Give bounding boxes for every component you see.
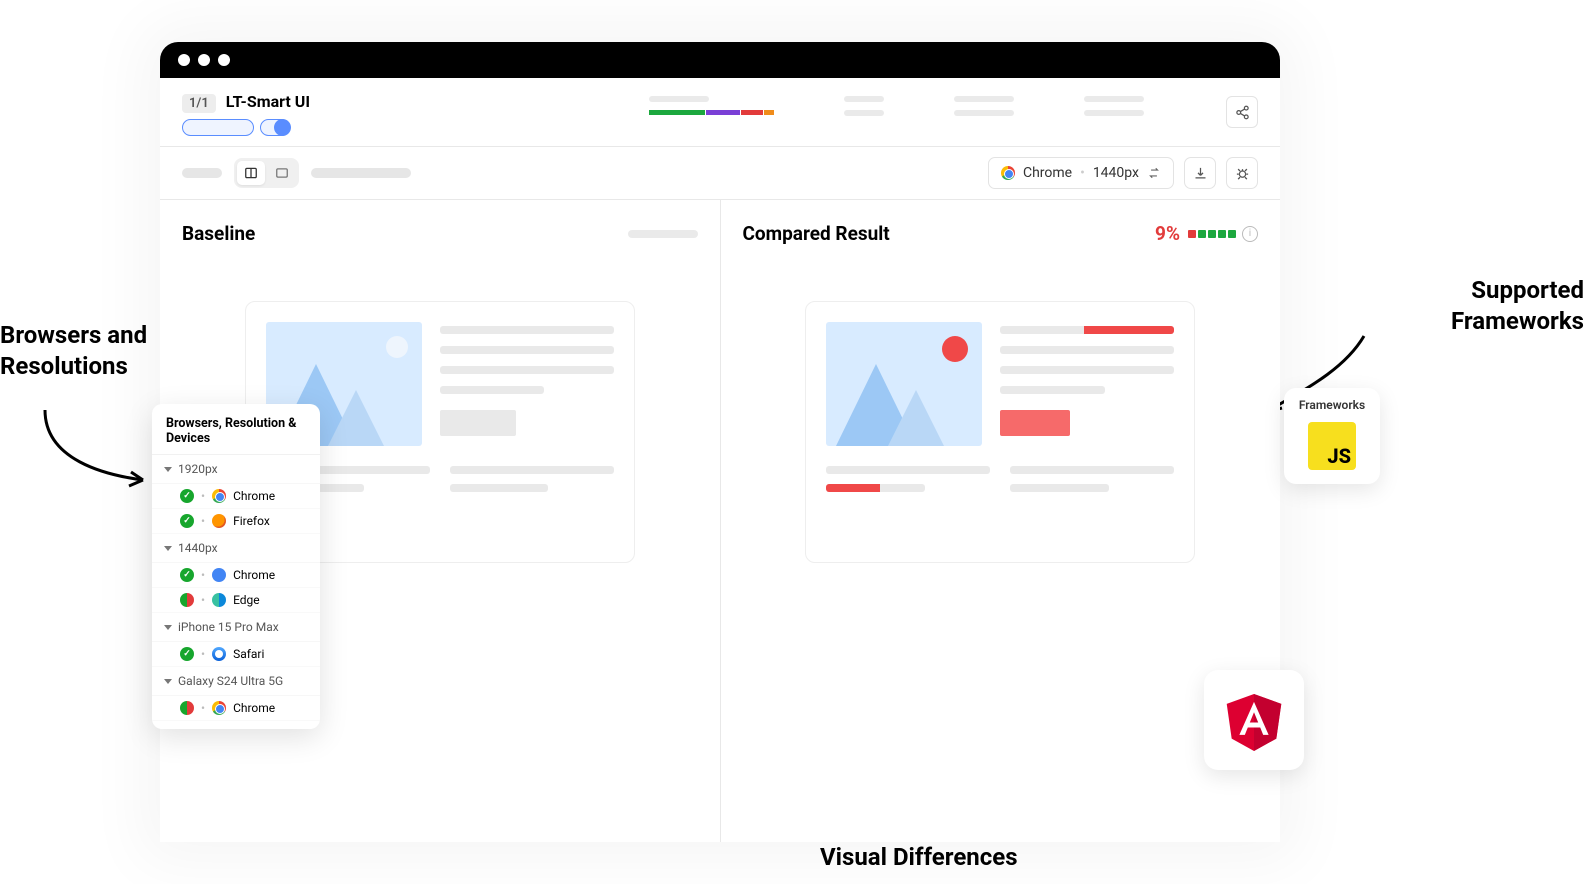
- baseline-title: Baseline: [182, 222, 255, 245]
- tag-pill[interactable]: [182, 119, 254, 136]
- window-control-maximize[interactable]: [218, 54, 230, 66]
- diff-severity-bars: [1188, 230, 1236, 238]
- tag-pills: [182, 119, 310, 136]
- toolbar: Chrome • 1440px: [160, 147, 1280, 200]
- browser-resolution-chip[interactable]: Chrome • 1440px: [988, 157, 1174, 189]
- window-control-minimize[interactable]: [198, 54, 210, 66]
- download-button[interactable]: [1184, 157, 1216, 189]
- window-control-close[interactable]: [178, 54, 190, 66]
- swap-icon: [1147, 166, 1161, 180]
- count-badge: 1/1: [182, 94, 216, 113]
- annotation-browsers-resolutions: Browsers and Resolutions: [0, 320, 147, 382]
- chip-browser-label: Chrome: [1023, 165, 1072, 181]
- tag-pill-toggle[interactable]: [260, 119, 290, 136]
- popover-title: Browsers, Resolution & Devices: [152, 416, 320, 455]
- status-pass-icon: [180, 514, 194, 528]
- header-stats: [649, 92, 1258, 128]
- js-framework-tile[interactable]: JS: [1308, 422, 1356, 470]
- share-button[interactable]: [1226, 96, 1258, 128]
- browser-name: Edge: [233, 593, 260, 607]
- safari-icon: [212, 647, 226, 661]
- chrome-icon: [212, 701, 226, 715]
- popover-group-header[interactable]: iPhone 15 Pro Max: [152, 613, 320, 642]
- status-pass-icon: [180, 489, 194, 503]
- annotation-visual-differences: Visual Differences: [820, 842, 1018, 873]
- toolbar-placeholder: [311, 168, 411, 178]
- project-title: LT-Smart UI: [226, 92, 310, 111]
- angular-icon: [1223, 687, 1285, 753]
- status-pass-icon: [180, 647, 194, 661]
- popover-browser-item[interactable]: •Safari: [152, 642, 320, 667]
- view-mode-toggle[interactable]: [234, 158, 299, 188]
- toolbar-placeholder: [182, 168, 222, 178]
- popover-browser-item[interactable]: •Edge: [152, 588, 320, 613]
- stat-value-placeholder: [1084, 110, 1144, 116]
- bug-button[interactable]: [1226, 157, 1258, 189]
- chevron-down-icon: [164, 679, 172, 684]
- stat-label-placeholder: [649, 96, 709, 102]
- chevron-down-icon: [164, 625, 172, 630]
- stat-value-placeholder: [954, 110, 1014, 116]
- chevron-down-icon: [164, 467, 172, 472]
- browser-name: Firefox: [233, 514, 270, 528]
- stat-label-placeholder: [844, 96, 884, 102]
- status-mixed-icon: [180, 593, 194, 607]
- compared-preview-card: [805, 301, 1195, 563]
- browser-name: Chrome: [233, 701, 275, 715]
- baseline-header-placeholder: [628, 230, 698, 238]
- diff-percentage: 9%: [1155, 222, 1180, 245]
- popover-browser-item[interactable]: •Chrome: [152, 484, 320, 509]
- popover-group-header[interactable]: 1440px: [152, 534, 320, 563]
- stat-label-placeholder: [954, 96, 1014, 102]
- edge-icon: [212, 593, 226, 607]
- browser-name: Chrome: [233, 568, 275, 582]
- view-single-icon[interactable]: [268, 161, 296, 185]
- status-mixed-icon: [180, 701, 194, 715]
- arrow-browsers: [35, 400, 155, 500]
- frameworks-card: Frameworks JS: [1284, 388, 1380, 484]
- frameworks-label: Frameworks: [1294, 398, 1370, 412]
- status-breakdown-bar: [649, 110, 774, 115]
- popover-browser-item[interactable]: •Chrome: [152, 563, 320, 588]
- view-split-icon[interactable]: [237, 161, 265, 185]
- status-pass-icon: [180, 568, 194, 582]
- baseline-text-lines: [440, 322, 614, 446]
- browser-name: Safari: [233, 647, 264, 661]
- info-icon[interactable]: i: [1242, 226, 1258, 242]
- angular-framework-tile[interactable]: [1204, 670, 1304, 770]
- comparison-container: Baseline: [160, 200, 1280, 842]
- stat-label-placeholder: [1084, 96, 1144, 102]
- app-header: 1/1 LT-Smart UI: [160, 78, 1280, 147]
- chrome-blue-icon: [212, 568, 226, 582]
- app-window: 1/1 LT-Smart UI: [160, 42, 1280, 842]
- chip-resolution-label: 1440px: [1093, 165, 1139, 181]
- window-titlebar: [160, 42, 1280, 78]
- stat-value-placeholder: [844, 110, 884, 116]
- firefox-icon: [212, 514, 226, 528]
- popover-browser-item[interactable]: •Chrome: [152, 696, 320, 721]
- popover-group-header[interactable]: Galaxy S24 Ultra 5G: [152, 667, 320, 696]
- annotation-supported-frameworks: Supported Frameworks: [1451, 275, 1584, 337]
- popover-browser-item[interactable]: •Firefox: [152, 509, 320, 534]
- popover-group-header[interactable]: 1920px: [152, 455, 320, 484]
- compared-pane: Compared Result 9% i: [721, 200, 1281, 842]
- chrome-icon: [212, 489, 226, 503]
- browser-name: Chrome: [233, 489, 275, 503]
- compared-preview-image: [826, 322, 982, 446]
- chrome-icon: [1001, 166, 1015, 180]
- browsers-resolution-popover[interactable]: Browsers, Resolution & Devices 1920px•Ch…: [152, 404, 320, 729]
- compared-text-lines: [1000, 322, 1174, 446]
- chevron-down-icon: [164, 546, 172, 551]
- compared-title: Compared Result: [743, 222, 890, 245]
